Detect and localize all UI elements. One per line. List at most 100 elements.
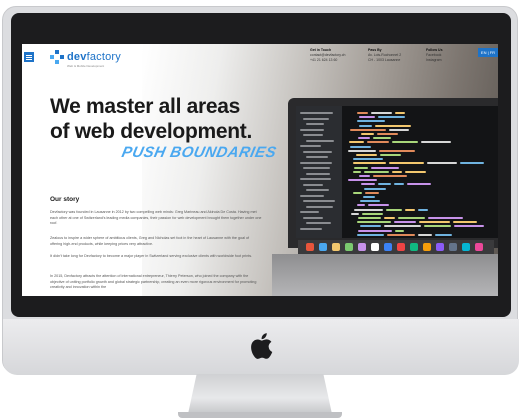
code-line [428,217,463,219]
code-line [384,217,395,219]
story-paragraph: Devfactory was founded in Lausanne in 20… [50,210,262,225]
logo-wordmark: devfactory [67,51,121,63]
code-line [348,179,377,182]
code-line [405,208,415,211]
code-line [360,200,380,203]
contact-phone[interactable]: +41 21 624 13 60 [310,58,345,63]
instagram-link[interactable]: Instagram [426,58,443,63]
header-social: Follow Us Facebook Instagram [426,48,443,63]
code-line [405,170,426,173]
code-line [368,204,389,207]
file-tree-line [303,167,330,169]
code-line [392,141,418,144]
dock-app-icon [423,243,431,251]
dock-app-icon [332,243,340,251]
devfactory-logo-icon [50,50,64,64]
file-tree-line [300,145,321,147]
code-line [351,212,359,215]
menu-button[interactable] [24,52,34,62]
code-line [362,212,383,215]
code-line [357,233,384,236]
code-line [419,221,450,224]
logo-subtitle: Web & Mobile Development [67,64,105,68]
code-line [424,225,451,228]
code-line [394,221,416,224]
code-line [375,124,411,127]
code-line [371,112,392,114]
file-tree-line [303,117,329,120]
header-address: Pass By Av. Lois-Ruchonnet 2 CH - 1003 L… [368,48,401,63]
code-line [360,225,381,228]
code-line [350,128,386,131]
site-logo[interactable]: devfactory Web & Mobile Development [50,50,121,68]
code-line [358,217,381,219]
code-line [350,145,371,148]
code-line [349,141,364,144]
code-line [398,217,425,219]
laptop-dock [298,240,494,254]
code-line [373,175,407,177]
code-line [453,221,477,224]
code-line [389,128,409,131]
code-line [357,204,365,207]
code-line [359,124,372,127]
file-tree-line [303,200,335,202]
file-tree-line [306,139,334,142]
code-line [384,225,421,228]
apple-logo-icon [251,333,273,359]
dock-app-icon [436,243,444,251]
story-paragraph: It didn't take long for Devfactory to be… [50,254,253,258]
dock-app-icon [358,243,366,251]
dock-app-icon [345,243,353,251]
code-line [353,162,386,165]
code-line [407,183,431,186]
code-line [354,208,383,211]
code-line [435,233,452,236]
hero-headline: We master all areas of web development. [50,94,252,144]
dock-app-icon [397,243,405,251]
imac-stand-base [178,412,342,418]
code-line [363,196,375,198]
website-screen: devfactory Web & Mobile Development Get … [22,44,498,296]
file-tree-line [300,211,319,213]
code-line [418,233,432,236]
file-tree-line [300,194,324,197]
file-tree-line [303,216,323,219]
file-tree-line [306,172,330,175]
file-tree-line [303,134,323,136]
file-tree-line [306,189,329,191]
file-tree-line [306,123,324,125]
code-line [373,137,391,140]
dock-app-icon [462,243,470,251]
code-line [395,229,404,232]
code-line [378,183,391,186]
code-line [364,170,389,173]
address-city: CH - 1003 Lausanne [368,58,401,62]
code-line [394,183,404,186]
code-editor-image [296,106,498,238]
file-tree-line [300,161,332,164]
story-title: Our story [50,196,80,203]
file-tree-line [306,156,328,158]
dock-app-icon [384,243,392,251]
hamburger-icon [26,56,32,58]
code-line [348,149,376,152]
dock-app-icon [306,243,314,251]
file-tree-line [300,112,333,114]
file-tree-line [300,178,331,180]
code-line [353,170,361,173]
headline-line-2: of web development. [50,120,252,143]
code-line [454,225,484,228]
file-tree-line [306,222,331,224]
code-line [367,141,389,144]
code-line [392,170,402,173]
code-line [358,229,392,232]
code-line [357,120,385,123]
code-line [359,175,370,177]
code-line [380,154,401,156]
code-line [361,133,374,135]
language-switcher[interactable]: EN | FR [478,48,498,57]
code-line [361,183,375,186]
code-line [364,187,386,190]
file-tree-line [303,150,332,153]
